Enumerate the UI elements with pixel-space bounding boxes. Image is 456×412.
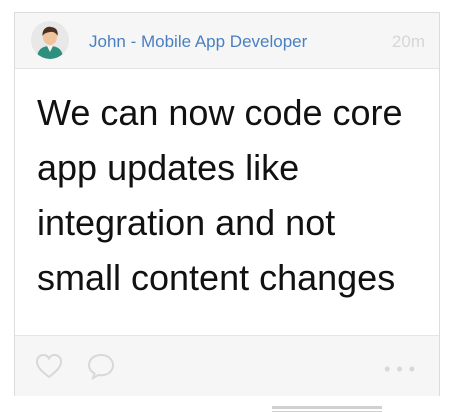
- more-options-icon[interactable]: •••: [384, 360, 421, 378]
- post-header: John - Mobile App Developer 20m: [15, 13, 439, 69]
- post-text: We can now code core app updates like in…: [37, 92, 403, 298]
- avatar[interactable]: [31, 21, 69, 59]
- post-body: We can now code core app updates like in…: [15, 69, 439, 335]
- bottom-divider-mark: [272, 404, 382, 412]
- like-button[interactable]: [33, 350, 65, 382]
- post-author[interactable]: John - Mobile App Developer: [89, 32, 307, 52]
- post-actions: •••: [15, 335, 439, 396]
- speech-bubble-icon: [87, 353, 115, 381]
- comment-button[interactable]: [85, 350, 117, 382]
- post-timestamp: 20m: [391, 32, 425, 51]
- heart-icon: [35, 353, 63, 379]
- post-card: John - Mobile App Developer 20m We can n…: [14, 12, 440, 396]
- user-avatar-icon: [31, 21, 69, 59]
